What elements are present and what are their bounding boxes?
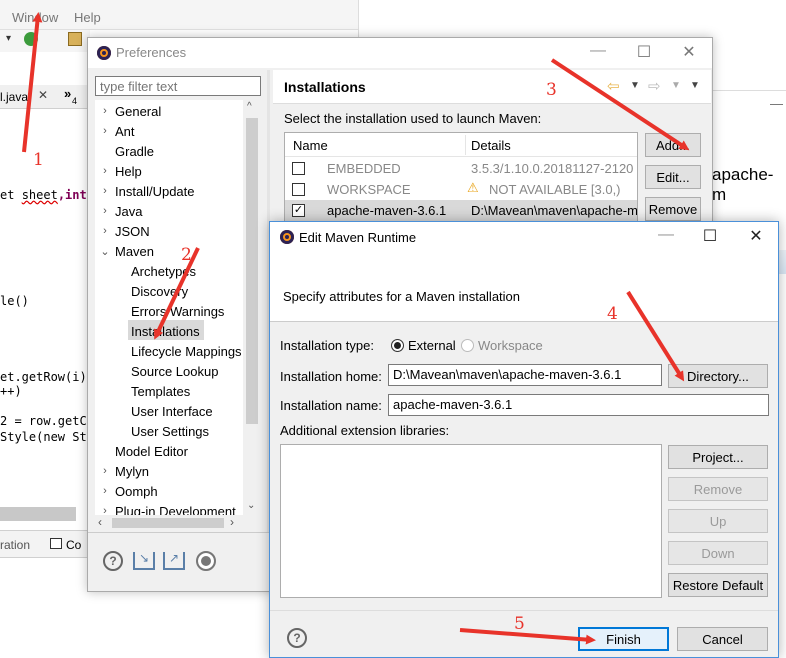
annotation-number-1: 1	[33, 150, 44, 170]
annotation-arrow-1	[22, 12, 43, 153]
annotation-arrow-4	[626, 290, 685, 382]
annotation-number-4: 4	[607, 304, 618, 324]
annotation-number-3: 3	[546, 80, 557, 100]
annotation-number-2: 2	[181, 245, 192, 265]
annotation-arrow-3	[550, 58, 690, 151]
annotation-number-5: 5	[514, 614, 525, 634]
annotation-arrow-5	[459, 628, 596, 645]
annotation-arrows	[22, 12, 690, 645]
